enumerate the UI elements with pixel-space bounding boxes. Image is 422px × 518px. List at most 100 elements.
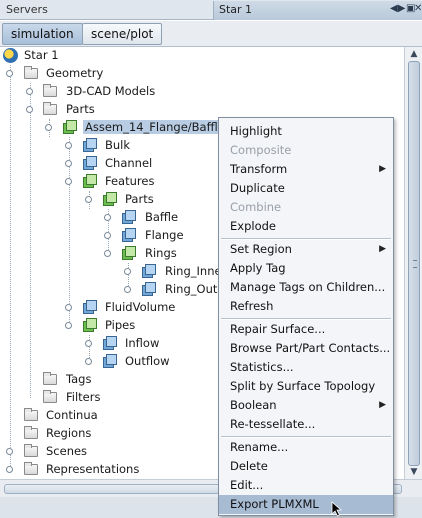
expand-toggle-icon[interactable] <box>85 358 92 365</box>
tree-node-ring-inner[interactable]: Ring_Inne <box>0 263 222 281</box>
menu-item-label: Repair Surface... <box>230 322 326 336</box>
close-icon[interactable]: ✕ <box>414 3 422 14</box>
expand-toggle-icon[interactable] <box>6 448 13 455</box>
tree-node-rings[interactable]: Rings <box>0 245 200 263</box>
tree-node-baffle[interactable]: Baffle <box>0 209 200 227</box>
tree-node-label: Features <box>105 174 155 188</box>
expand-toggle-icon[interactable] <box>65 304 72 311</box>
menu-item-transform[interactable]: Transform ▶ <box>219 160 393 179</box>
menu-item-composite[interactable]: Composite <box>219 141 393 160</box>
part-icon <box>102 354 117 368</box>
scroll-up-icon[interactable]: ▲ <box>408 48 420 60</box>
menu-item-label: Export PLMXML <box>230 497 319 511</box>
menu-item-label: Split by Surface Topology <box>230 379 376 393</box>
menu-item-label: Set Region <box>230 242 292 256</box>
menu-item-edit[interactable]: Edit... <box>219 476 393 495</box>
tree-node-root[interactable]: Star 1 <box>0 47 200 65</box>
tree-node-bulk[interactable]: Bulk <box>0 137 200 155</box>
expand-toggle-icon[interactable] <box>124 286 131 293</box>
menu-item-label: Re-tessellate... <box>230 417 316 431</box>
menu-item-repair-surface[interactable]: Repair Surface... <box>219 320 393 339</box>
expand-toggle-icon[interactable] <box>104 232 111 239</box>
menu-item-browse-contacts[interactable]: Browse Part/Part Contacts... <box>219 339 393 358</box>
expand-toggle-icon[interactable] <box>26 88 33 95</box>
star-ccm-icon <box>3 48 18 63</box>
tab-star-1[interactable]: Star 1 ◀▶ ▣ ✕ <box>213 1 422 20</box>
tree-node-label: Baffle <box>145 210 179 224</box>
expand-toggle-icon[interactable] <box>104 250 111 257</box>
tree-node-continua[interactable]: Continua <box>0 407 200 425</box>
tree-node-ring-outer[interactable]: Ring_Oute <box>0 281 224 299</box>
title-bar: Servers Star 1 ◀▶ ▣ ✕ <box>0 0 422 20</box>
tree-node-scenes[interactable]: Scenes <box>0 443 200 461</box>
tree-node-pipes[interactable]: Pipes <box>0 317 200 335</box>
folder-icon <box>24 426 38 439</box>
tree-node-fluidvolume[interactable]: FluidVolume <box>0 299 200 317</box>
menu-item-refresh[interactable]: Refresh <box>219 297 393 316</box>
part-icon <box>82 156 97 170</box>
menu-item-manage-tags[interactable]: Manage Tags on Children... <box>219 278 393 297</box>
tree-node-label: Rings <box>145 246 177 260</box>
vertical-scrollbar[interactable]: ▲ ▼ <box>404 47 422 479</box>
part-icon <box>121 228 136 242</box>
tree-node-assembly[interactable]: Assem_14_Flange/Baffle <box>0 119 227 137</box>
tree-node-inflow[interactable]: Inflow <box>0 335 200 353</box>
folder-icon <box>43 390 57 403</box>
menu-item-apply-tag[interactable]: Apply Tag <box>219 259 393 278</box>
tree-node-geometry[interactable]: Geometry <box>0 65 200 83</box>
mouse-cursor-icon <box>331 501 343 517</box>
menu-item-export-plmxml[interactable]: Export PLMXML <box>219 495 393 514</box>
scroll-thumb[interactable] <box>408 61 420 466</box>
expand-toggle-icon[interactable] <box>65 322 72 329</box>
tab-scene-plot[interactable]: scene/plot <box>82 23 163 45</box>
expand-toggle-icon[interactable] <box>26 106 33 113</box>
tree-node-tags[interactable]: Tags <box>0 371 200 389</box>
menu-item-duplicate[interactable]: Duplicate <box>219 179 393 198</box>
scroll-down-icon[interactable]: ▼ <box>408 466 420 478</box>
expand-toggle-icon[interactable] <box>85 196 92 203</box>
tree-node-filters[interactable]: Filters <box>0 389 200 407</box>
expand-toggle-icon[interactable] <box>85 340 92 347</box>
part-icon <box>141 282 156 296</box>
expand-toggle-icon[interactable] <box>65 142 72 149</box>
expand-toggle-icon[interactable] <box>45 124 52 131</box>
part-icon <box>82 300 97 314</box>
tab-star-1-label: Star 1 <box>219 3 253 16</box>
menu-item-split-by-surface-topology[interactable]: Split by Surface Topology <box>219 377 393 396</box>
tree-node-label: Outflow <box>125 354 170 368</box>
tree-node-label: Tags <box>66 372 92 386</box>
tree-node-3d-cad-models[interactable]: 3D-CAD Models <box>0 83 200 101</box>
tree-node-channel[interactable]: Channel <box>0 155 200 173</box>
expand-toggle-icon[interactable] <box>65 160 72 167</box>
part-assembly-icon <box>121 246 136 260</box>
tree-node-parts[interactable]: Parts <box>0 101 200 119</box>
expand-toggle-icon[interactable] <box>6 70 13 77</box>
tree-node-outflow[interactable]: Outflow <box>0 353 200 371</box>
expand-toggle-icon[interactable] <box>104 214 111 221</box>
expand-toggle-icon[interactable] <box>124 268 131 275</box>
menu-item-explode[interactable]: Explode <box>219 217 393 236</box>
menu-item-boolean[interactable]: Boolean ▶ <box>219 396 393 415</box>
menu-item-label: Browse Part/Part Contacts... <box>230 341 391 355</box>
part-icon <box>102 336 117 350</box>
tree-node-features-parts[interactable]: Parts <box>0 191 200 209</box>
menu-item-rename[interactable]: Rename... <box>219 438 393 457</box>
tree-node-representations[interactable]: Representations <box>0 461 200 479</box>
restore-arrows-icon[interactable]: ◀▶ <box>390 3 405 14</box>
tree-node-label: Ring_Oute <box>165 282 225 296</box>
menu-item-combine[interactable]: Combine <box>219 198 393 217</box>
menu-item-highlight[interactable]: Highlight <box>219 122 393 141</box>
part-icon <box>141 264 156 278</box>
tree-node-features[interactable]: Features <box>0 173 200 191</box>
menu-item-label: Composite <box>230 143 292 157</box>
expand-toggle-icon[interactable] <box>65 178 72 185</box>
menu-item-delete[interactable]: Delete <box>219 457 393 476</box>
tab-simulation[interactable]: simulation <box>2 23 83 45</box>
tree-node-regions[interactable]: Regions <box>0 425 200 443</box>
menu-item-statistics[interactable]: Statistics... <box>219 358 393 377</box>
menu-item-re-tessellate[interactable]: Re-tessellate... <box>219 415 393 434</box>
tree-node-flange[interactable]: Flange <box>0 227 200 245</box>
expand-toggle-icon[interactable] <box>6 466 13 473</box>
menu-item-set-region[interactable]: Set Region ▶ <box>219 240 393 259</box>
menu-item-label: Combine <box>230 200 282 214</box>
